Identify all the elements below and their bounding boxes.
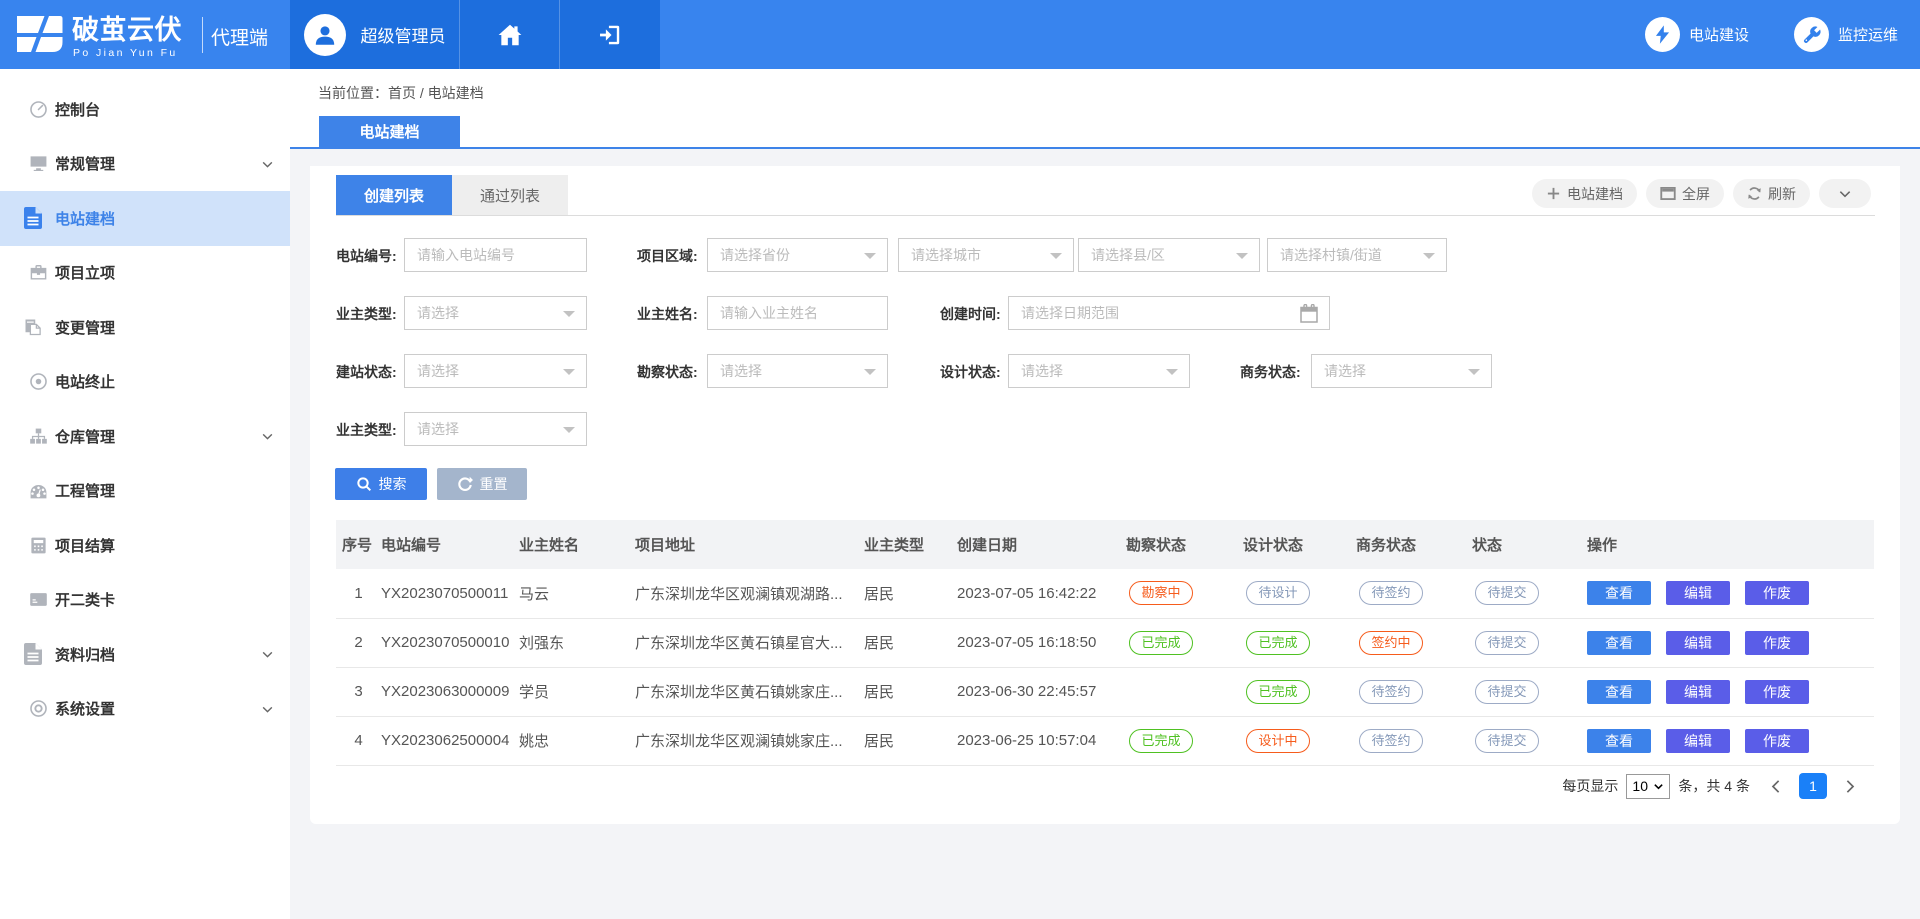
svg-text:Po Jian Yun Fu: Po Jian Yun Fu bbox=[73, 47, 178, 59]
svg-text:破茧云伏: 破茧云伏 bbox=[72, 15, 182, 45]
